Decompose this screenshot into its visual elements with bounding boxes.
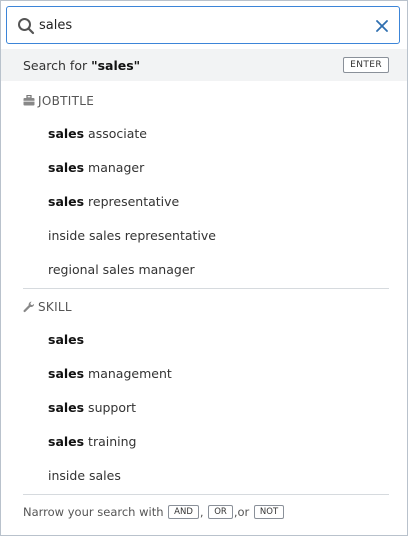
jobtitle-section-header: JOBTITLE xyxy=(23,93,94,109)
skill-section-label: SKILL xyxy=(38,300,72,314)
enter-key-badge: ENTER xyxy=(343,57,389,73)
briefcase-icon xyxy=(23,95,35,106)
search-autocomplete-panel: Search for "sales" ENTER JOBTITLE sales … xyxy=(0,0,408,536)
item-match: sales xyxy=(48,332,85,347)
item-rest: manager xyxy=(84,160,145,175)
search-for-prefix: Search for xyxy=(23,58,92,73)
item-rest: inside sales representative xyxy=(48,228,216,243)
hint-separator: ,or xyxy=(233,505,250,519)
wrench-icon xyxy=(23,301,35,312)
or-operator-chip: OR xyxy=(208,504,233,519)
list-item[interactable]: sales management xyxy=(48,364,172,384)
search-box xyxy=(6,6,400,44)
and-operator-chip: AND xyxy=(168,504,199,519)
search-for-term: "sales" xyxy=(91,58,141,73)
list-item[interactable]: sales support xyxy=(48,398,136,418)
item-match: sales xyxy=(48,126,85,141)
list-item[interactable]: sales representative xyxy=(48,192,179,212)
item-match: sales xyxy=(48,160,85,175)
narrow-hint-text: Narrow your search with xyxy=(23,505,168,519)
search-input[interactable] xyxy=(39,15,359,35)
search-for-label: Search for "sales" xyxy=(23,58,140,73)
item-rest: representative xyxy=(84,194,180,209)
list-item[interactable]: sales training xyxy=(48,432,136,452)
list-item[interactable]: regional sales manager xyxy=(48,260,195,280)
item-rest: support xyxy=(84,400,137,415)
list-item[interactable]: inside sales xyxy=(48,466,121,486)
item-rest: inside sales xyxy=(48,468,121,483)
item-rest: management xyxy=(84,366,172,381)
item-match: sales xyxy=(48,366,85,381)
hint-separator: , xyxy=(199,505,204,519)
narrow-search-hint: Narrow your search with AND, OR ,or NOT xyxy=(23,504,285,520)
item-match: sales xyxy=(48,434,85,449)
list-item[interactable]: sales manager xyxy=(48,158,144,178)
section-divider xyxy=(23,288,389,289)
list-item[interactable]: sales xyxy=(48,330,84,350)
item-rest: regional sales manager xyxy=(48,262,195,277)
list-item[interactable]: inside sales representative xyxy=(48,226,216,246)
jobtitle-section-label: JOBTITLE xyxy=(38,94,95,108)
item-match: sales xyxy=(48,194,85,209)
list-item[interactable]: sales associate xyxy=(48,124,147,144)
search-for-row[interactable]: Search for "sales" ENTER xyxy=(1,49,407,81)
footer-divider xyxy=(23,494,389,495)
not-operator-chip: NOT xyxy=(253,504,285,519)
close-icon[interactable] xyxy=(374,18,390,34)
search-icon xyxy=(18,18,35,35)
item-rest: associate xyxy=(84,126,147,141)
skill-section-header: SKILL xyxy=(23,299,72,315)
item-rest: training xyxy=(84,434,137,449)
item-match: sales xyxy=(48,400,85,415)
